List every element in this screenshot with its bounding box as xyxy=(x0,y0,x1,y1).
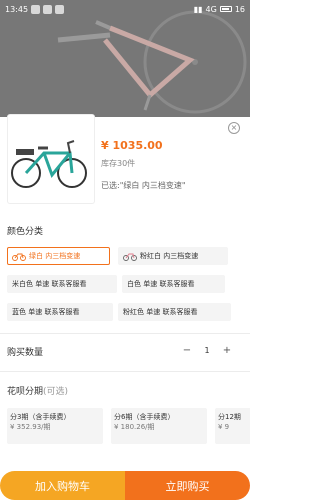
close-icon[interactable]: × xyxy=(228,122,240,134)
section-divider xyxy=(0,371,250,372)
installment-option[interactable]: 分3期（含手续费） ¥ 352.93/期 xyxy=(7,408,103,444)
network-type: 4G xyxy=(205,4,217,14)
variant-label: 米白色 单速 联系客服看 xyxy=(12,280,87,288)
installment-option-label: 分12期 xyxy=(218,413,241,421)
notification-icon xyxy=(31,4,41,14)
color-section-title: 颜色分类 xyxy=(7,227,44,237)
bike-icon xyxy=(123,253,137,261)
status-time: 13:45 xyxy=(5,4,29,14)
signal-icon: ▮▮ xyxy=(193,4,203,14)
section-divider xyxy=(0,333,250,334)
variant-label: 蓝色 单速 联系客服看 xyxy=(12,308,80,316)
quantity-value[interactable]: 1 xyxy=(196,343,218,357)
variant-label: 白色 单速 联系客服看 xyxy=(127,280,195,288)
buy-now-button[interactable]: 立即购买 xyxy=(125,471,250,500)
installment-option-label: 分6期（含手续费） xyxy=(114,413,175,421)
variant-label: 绿白 内三档变速 xyxy=(29,252,81,260)
installment-option-label: 分3期（含手续费） xyxy=(10,413,71,421)
bike-icon xyxy=(12,253,26,261)
message-icon xyxy=(55,4,65,14)
sku-selection-sheet: ¥ 1035.00 库存30件 已选:"绿白 内三档变速" × 颜色分类 绿白 … xyxy=(0,115,250,500)
installment-option[interactable]: 分6期（含手续费） ¥ 180.26/期 xyxy=(111,408,207,444)
battery-level: 16 xyxy=(234,4,245,14)
status-right: ▮▮ 4G 16 xyxy=(194,5,245,14)
installment-option[interactable]: 分12期 ¥ 9 xyxy=(215,408,250,444)
variant-option[interactable]: 粉红白 内三档变速 xyxy=(118,247,228,265)
app-notification-icon xyxy=(43,4,53,14)
quantity-section-title: 购买数量 xyxy=(7,348,44,358)
installment-section-title: 花呗分期(可选) xyxy=(7,384,68,397)
status-left: 13:45 xyxy=(5,4,65,14)
variant-option[interactable]: 白色 单速 联系客服看 xyxy=(122,275,225,293)
battery-icon xyxy=(219,6,232,12)
add-to-cart-button[interactable]: 加入购物车 xyxy=(0,471,125,500)
product-price: ¥ 1035.00 xyxy=(101,139,163,152)
variant-label: 粉红白 内三档变速 xyxy=(140,252,199,260)
product-thumbnail[interactable] xyxy=(8,115,94,203)
product-stock: 库存30件 xyxy=(101,159,136,168)
variant-option[interactable]: 绿白 内三档变速 xyxy=(7,247,110,265)
variant-option[interactable]: 粉红色 单速 联系客服看 xyxy=(118,303,231,321)
installment-option-amount: ¥ 180.26/期 xyxy=(114,423,155,432)
installment-option-amount: ¥ 352.93/期 xyxy=(10,423,51,432)
selected-variant-text: 已选:"绿白 内三档变速" xyxy=(101,181,186,190)
bicycle-thumbnail-image xyxy=(11,140,87,188)
variant-label: 粉红色 单速 联系客服看 xyxy=(123,308,198,316)
variant-option[interactable]: 蓝色 单速 联系客服看 xyxy=(7,303,113,321)
quantity-minus-button[interactable]: − xyxy=(178,343,196,357)
quantity-stepper: − 1 + xyxy=(178,343,236,357)
variant-option[interactable]: 米白色 单速 联系客服看 xyxy=(7,275,117,293)
quantity-plus-button[interactable]: + xyxy=(218,343,236,357)
installment-optional-label: (可选) xyxy=(43,387,69,397)
status-bar: 13:45 ▮▮ 4G 16 xyxy=(0,0,250,18)
installment-option-amount: ¥ 9 xyxy=(218,423,230,432)
installment-title: 花呗分期 xyxy=(7,387,44,397)
